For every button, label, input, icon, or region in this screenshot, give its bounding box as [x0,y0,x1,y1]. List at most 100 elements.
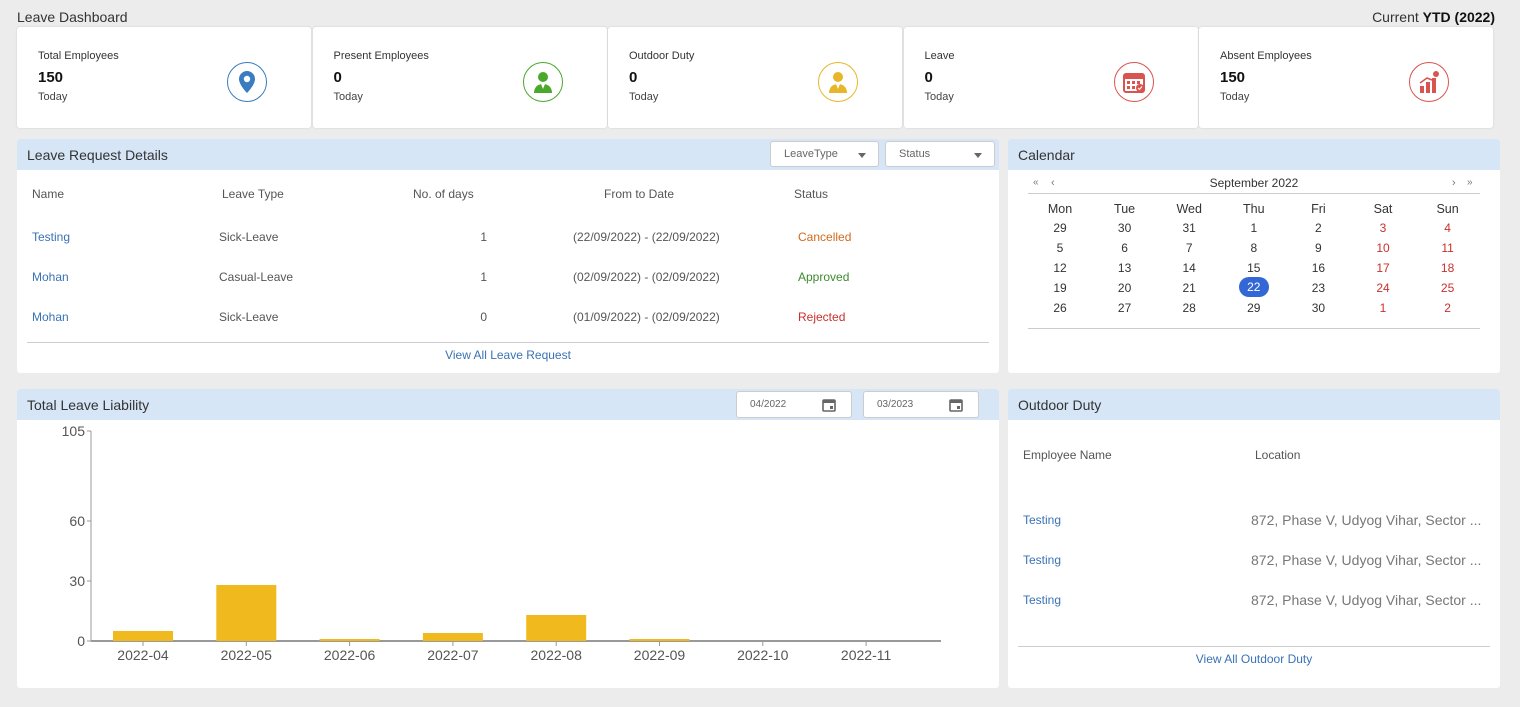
calendar-day[interactable]: 1 [1363,301,1403,315]
calendar-day[interactable]: 13 [1105,261,1145,275]
stat-value: 0 [333,69,342,86]
status-badge: Cancelled [798,230,852,244]
stat-label: Total Employees [38,50,119,62]
calendar-day[interactable]: 30 [1105,221,1145,235]
stat-label: Absent Employees [1220,50,1312,62]
stat-card[interactable]: Present Employees 0 Today [312,27,607,128]
calendar-icon[interactable] [948,397,964,413]
divider [1028,328,1480,329]
calendar-day[interactable]: 19 [1040,281,1080,295]
calendar-day[interactable]: 4 [1428,221,1468,235]
next-month-button[interactable]: › [1452,177,1456,189]
stat-period: Today [629,91,659,103]
stat-label: Leave [924,50,955,62]
calendar-day[interactable]: 26 [1040,301,1080,315]
dropdown-arrow-icon [858,153,866,162]
leave-liability-chart: 0 30 60 105 2022-04 2022-05 2022-06 2022-07 2022… [62,423,996,663]
calendar-day[interactable]: 9 [1298,241,1338,255]
status-filter[interactable]: Status [885,141,995,167]
calendar-day[interactable]: 29 [1234,301,1274,315]
y-tick-label: 0 [77,633,85,649]
calendar-day[interactable]: 25 [1428,281,1468,295]
x-tick-label: 2022-06 [324,647,376,663]
stat-card[interactable]: Absent Employees 150 Today [1199,27,1493,128]
weekday-header: Fri [1311,202,1326,216]
calendar-day[interactable]: 31 [1169,221,1209,235]
stat-label: Outdoor Duty [629,50,695,62]
view-all-leave-request-link[interactable]: View All Leave Request [17,348,999,362]
calendar-day[interactable]: 24 [1363,281,1403,295]
calendar-day[interactable]: 18 [1428,261,1468,275]
period-indicator: Current YTD (2022) [1372,9,1495,25]
calendar-day[interactable]: 2 [1428,301,1468,315]
calendar-day[interactable]: 27 [1105,301,1145,315]
calendar-day[interactable]: 21 [1169,281,1209,295]
from-month-input[interactable]: 04/2022 [736,391,852,418]
status-badge: Approved [798,270,850,284]
employee-name-link[interactable]: Testing [1023,513,1061,527]
calendar-day[interactable]: 14 [1169,261,1209,275]
calendar-day[interactable]: 3 [1363,221,1403,235]
column-header: Employee Name [1023,448,1112,462]
stat-period: Today [333,91,363,103]
view-all-outdoor-duty-link[interactable]: View All Outdoor Duty [1008,652,1500,666]
x-tick-label: 2022-08 [531,647,583,663]
calendar-icon[interactable] [821,397,837,413]
calendar-day[interactable]: 2 [1298,221,1338,235]
leave-request-panel: Leave Request Details LeaveType Status N… [17,139,999,373]
location: 872, Phase V, Udyog Vihar, Sector ... [1251,592,1482,608]
panel-title: Leave Request Details [27,147,168,163]
location-pin-icon [227,62,267,102]
calendar-day[interactable]: 23 [1298,281,1338,295]
weekday-header: Wed [1176,202,1202,216]
calendar-day[interactable]: 5 [1040,241,1080,255]
weekday-header: Tue [1114,202,1136,216]
calendar-day[interactable]: 7 [1169,241,1209,255]
calendar-day[interactable]: 20 [1105,281,1145,295]
column-header: From to Date [604,187,675,201]
leave-type: Casual-Leave [219,270,294,284]
calendar-day[interactable]: 15 [1234,261,1274,275]
calendar-day[interactable]: 29 [1040,221,1080,235]
stat-card[interactable]: Outdoor Duty 0 Today [608,27,902,128]
employee-name-link[interactable]: Mohan [32,310,69,324]
to-month-input[interactable]: 03/2023 [863,391,979,418]
leave-type: Sick-Leave [219,230,279,244]
y-tick-label: 60 [69,513,85,529]
calendar-check-icon [1113,62,1154,102]
calendar-day[interactable]: 30 [1298,301,1338,315]
stat-period: Today [38,91,68,103]
employee-name-link[interactable]: Testing [32,230,70,244]
calendar-day[interactable]: 16 [1298,261,1338,275]
stat-card[interactable]: Leave 0 Today [903,27,1198,128]
dropdown-arrow-icon [974,153,982,162]
calendar-day[interactable]: 12 [1040,261,1080,275]
stat-period: Today [924,91,954,103]
employee-name-link[interactable]: Mohan [32,270,69,284]
calendar-day[interactable]: 8 [1234,241,1274,255]
stat-value: 0 [629,69,638,86]
calendar-day[interactable]: 11 [1428,241,1468,255]
calendar-day[interactable]: 1 [1234,221,1274,235]
bar [629,639,690,641]
leave-type-filter[interactable]: LeaveType [770,141,879,167]
calendar-day[interactable]: 17 [1363,261,1403,275]
calendar-day[interactable]: 28 [1169,301,1209,315]
calendar-day-selected[interactable]: 22 [1238,277,1269,297]
divider [1018,646,1490,647]
stat-value: 150 [38,69,64,86]
x-tick-label: 2022-12 [944,647,996,663]
date-range: (22/09/2022) - (22/09/2022) [573,230,720,244]
bar [113,631,173,641]
employee-name-link[interactable]: Testing [1023,553,1061,567]
next-year-button[interactable]: » [1467,177,1473,188]
stat-card[interactable]: Total Employees 150 Today [17,27,311,128]
x-tick-label: 2022-11 [841,647,892,663]
calendar-day[interactable]: 10 [1363,241,1403,255]
person-icon [818,62,858,102]
divider [1028,193,1480,194]
calendar-panel: Calendar « ‹ September 2022 › » Mon Tue We… [1008,139,1500,373]
column-header: Name [32,187,65,201]
employee-name-link[interactable]: Testing [1023,593,1061,607]
calendar-day[interactable]: 6 [1105,241,1145,255]
